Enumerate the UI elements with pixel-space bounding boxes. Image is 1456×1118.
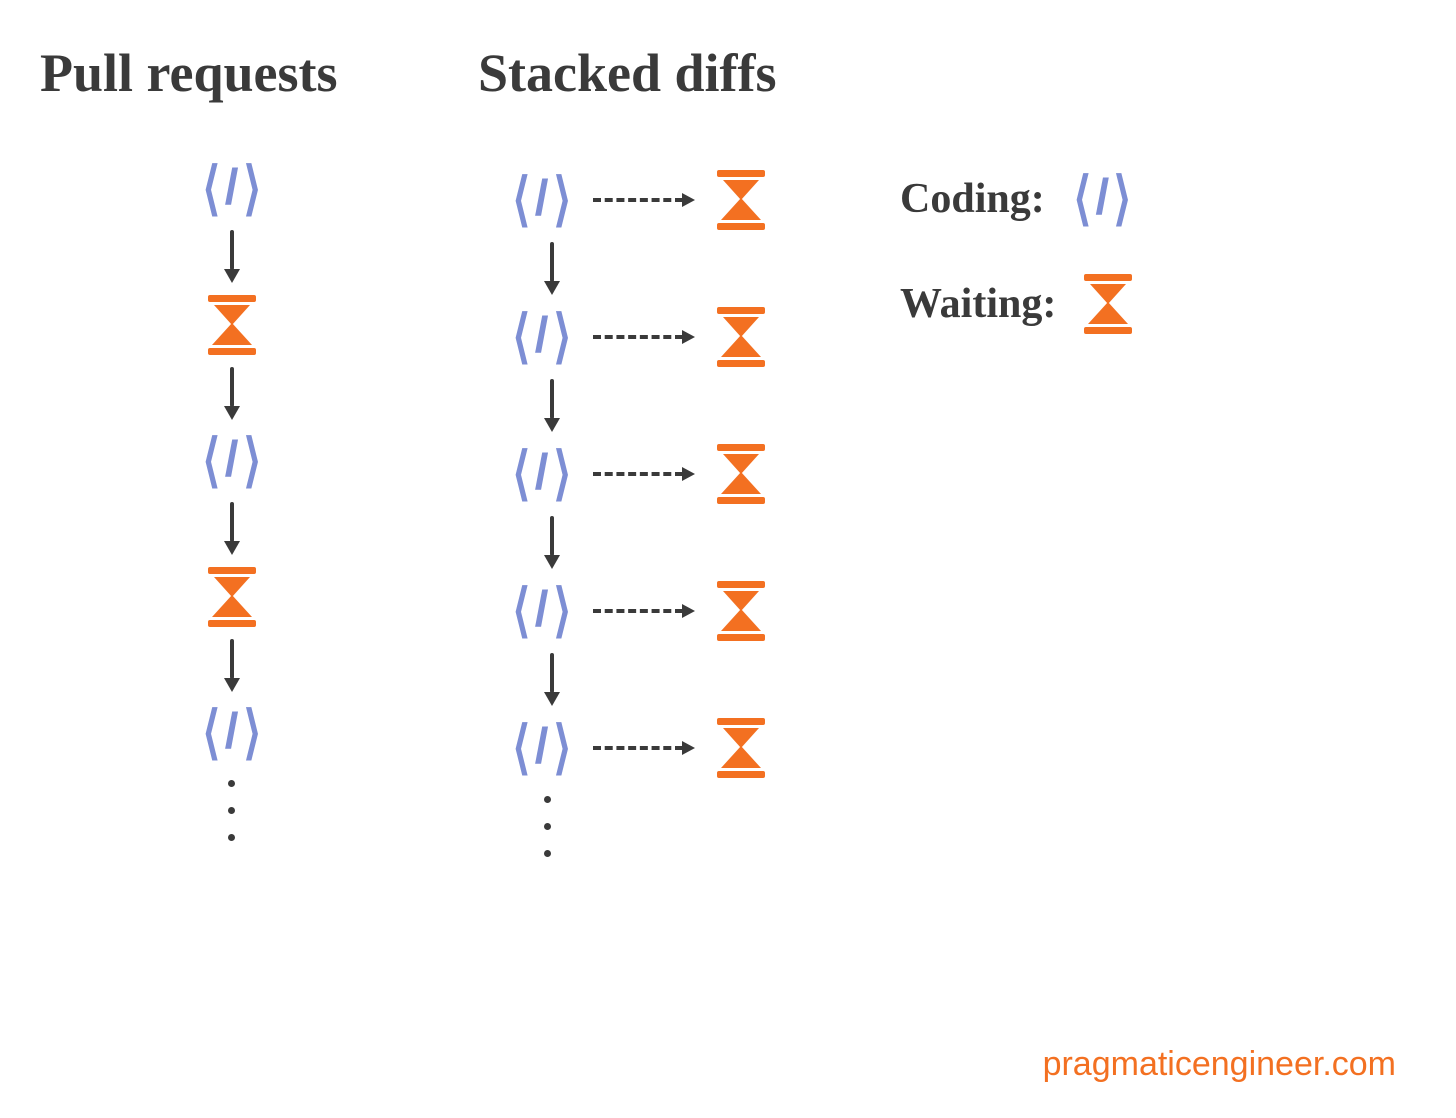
code-icon: ⟨/⟩ [510, 308, 573, 366]
code-icon: ⟨/⟩ [510, 445, 573, 503]
hourglass-icon [715, 444, 767, 504]
stacked-step: ⟨/⟩ [510, 718, 767, 778]
legend-row-waiting: Waiting: [900, 274, 1134, 334]
arrow-down-icon [224, 639, 240, 692]
code-icon: ⟨/⟩ [200, 704, 263, 762]
column-stacked-diffs: ⟨/⟩ ⟨/⟩ ⟨/⟩ [510, 170, 767, 857]
hourglass-icon [206, 295, 258, 355]
hourglass-icon [1082, 274, 1134, 334]
arrow-right-dashed-icon [593, 330, 695, 344]
legend: Coding: ⟨/⟩ Waiting: [900, 170, 1134, 334]
attribution-link[interactable]: pragmaticengineer.com [1043, 1045, 1396, 1084]
code-icon: ⟨/⟩ [1071, 170, 1134, 228]
code-icon: ⟨/⟩ [200, 432, 263, 490]
arrow-right-dashed-icon [593, 193, 695, 207]
heading-pull-requests: Pull requests [40, 42, 338, 104]
arrow-down-icon [544, 653, 560, 706]
stacked-step: ⟨/⟩ [510, 581, 767, 641]
ellipsis-vertical-icon [544, 796, 551, 857]
hourglass-icon [715, 170, 767, 230]
arrow-down-icon [224, 502, 240, 555]
hourglass-icon [715, 718, 767, 778]
code-icon: ⟨/⟩ [510, 719, 573, 777]
arrow-right-dashed-icon [593, 467, 695, 481]
code-icon: ⟨/⟩ [510, 171, 573, 229]
heading-stacked-diffs: Stacked diffs [478, 42, 777, 104]
arrow-down-icon [544, 516, 560, 569]
arrow-down-icon [224, 230, 240, 283]
hourglass-icon [715, 307, 767, 367]
stacked-step: ⟨/⟩ [510, 170, 767, 230]
arrow-right-dashed-icon [593, 741, 695, 755]
stacked-step: ⟨/⟩ [510, 444, 767, 504]
hourglass-icon [206, 567, 258, 627]
hourglass-icon [715, 581, 767, 641]
ellipsis-vertical-icon [228, 780, 235, 841]
code-icon: ⟨/⟩ [200, 160, 263, 218]
arrow-down-icon [544, 379, 560, 432]
arrow-right-dashed-icon [593, 604, 695, 618]
legend-row-coding: Coding: ⟨/⟩ [900, 170, 1134, 228]
arrow-down-icon [544, 242, 560, 295]
legend-label-coding: Coding: [900, 175, 1045, 223]
stacked-step: ⟨/⟩ [510, 307, 767, 367]
column-pull-requests: ⟨/⟩ ⟨/⟩ ⟨/⟩ [200, 160, 263, 841]
arrow-down-icon [224, 367, 240, 420]
legend-label-waiting: Waiting: [900, 280, 1056, 328]
code-icon: ⟨/⟩ [510, 582, 573, 640]
